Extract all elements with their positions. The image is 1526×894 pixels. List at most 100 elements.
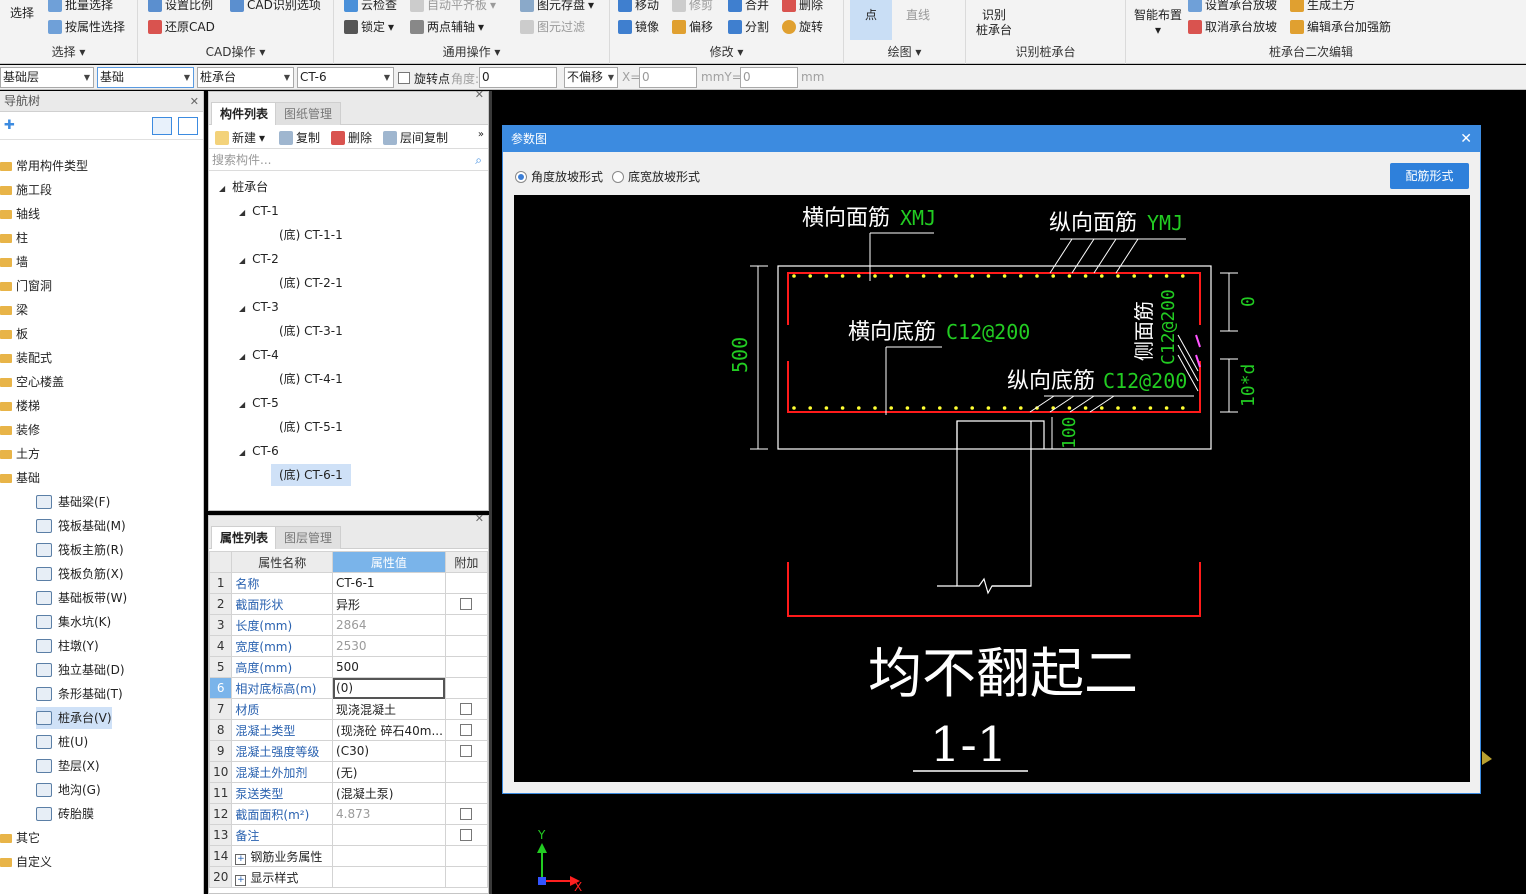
nav-item[interactable]: 施工段 — [0, 179, 52, 201]
collapse-icon[interactable]: ◢ — [239, 352, 245, 361]
set-slope-button[interactable]: 设置承台放坡 — [1188, 0, 1277, 13]
attribute-extra[interactable] — [444, 740, 489, 762]
nav-item[interactable]: 装修 — [0, 419, 40, 441]
expand-icon[interactable]: + — [235, 853, 247, 865]
move-button[interactable]: 移动 — [618, 0, 659, 13]
attribute-extra[interactable] — [444, 761, 489, 783]
attribute-row[interactable]: 6 相对底标高(m) (0) — [208, 677, 489, 699]
cad-options-button[interactable]: CAD识别选项 — [230, 0, 321, 13]
select-button[interactable]: 选择 — [4, 6, 40, 21]
nav-subitem[interactable]: 柱墩(Y) — [36, 635, 99, 657]
attribute-extra[interactable] — [444, 677, 489, 699]
nav-subitem[interactable]: 独立基础(D) — [36, 659, 125, 681]
tab-layer-management[interactable]: 图层管理 — [275, 526, 342, 549]
angle-input[interactable]: 0 — [479, 67, 557, 88]
set-ratio-button[interactable]: 设置比例 — [148, 0, 213, 13]
split-button[interactable]: 分割 — [728, 18, 769, 35]
attribute-row[interactable]: 2 截面形状 异形 — [208, 593, 489, 615]
grid-view-icon[interactable] — [178, 117, 198, 135]
nav-item[interactable]: 空心楼盖 — [0, 371, 64, 393]
nav-item[interactable]: 楼梯 — [0, 395, 40, 417]
nav-subitem[interactable]: 筏板负筋(X) — [36, 563, 124, 585]
attribute-row[interactable]: 8 混凝土类型 (现浇砼 碎石40m... — [208, 719, 489, 741]
nav-item[interactable]: 板 — [0, 323, 28, 345]
mirror-button[interactable]: 镜像 — [618, 18, 659, 35]
attribute-value[interactable]: 现浇混凝土 — [332, 698, 446, 720]
attribute-value[interactable] — [332, 866, 446, 888]
rebar-form-button[interactable]: 配筋形式 — [1390, 163, 1469, 189]
nav-subitem[interactable]: 条形基础(T) — [36, 683, 123, 705]
nav-subitem[interactable]: 集水坑(K) — [36, 611, 111, 633]
attribute-extra[interactable] — [444, 803, 489, 825]
nav-item[interactable]: 轴线 — [0, 203, 40, 225]
attribute-extra[interactable] — [444, 698, 489, 720]
more-icon[interactable]: » — [478, 129, 484, 140]
attribute-row[interactable]: 14 + 钢筋业务属性 — [208, 845, 489, 867]
delete-component-button[interactable]: 删除 — [331, 129, 372, 146]
draw-point-button[interactable]: 点 — [850, 0, 892, 40]
type-select[interactable]: 桩承台 ▼ — [197, 67, 294, 88]
nav-subitem[interactable]: 筏板主筋(R) — [36, 539, 124, 561]
attribute-value[interactable]: CT-6-1 — [332, 572, 446, 594]
tree-leaf[interactable]: (底) CT-2-1 — [271, 272, 351, 294]
y-input[interactable]: 0 — [740, 67, 798, 88]
collapse-icon[interactable]: ◢ — [239, 208, 245, 217]
collapse-icon[interactable]: ◢ — [239, 448, 245, 457]
attribute-value[interactable]: (现浇砼 碎石40m... — [332, 719, 446, 741]
copy-button[interactable]: 复制 — [279, 129, 320, 146]
attribute-extra[interactable] — [444, 635, 489, 657]
attribute-value[interactable]: 异形 — [332, 593, 446, 615]
edit-rebar-button[interactable]: 编辑承台加强筋 — [1290, 18, 1391, 35]
attribute-row[interactable]: 9 混凝土强度等级 (C30) — [208, 740, 489, 762]
nav-subitem[interactable]: 地沟(G) — [36, 779, 101, 801]
rotate-button[interactable]: 旋转 — [782, 18, 823, 35]
attribute-row[interactable]: 10 混凝土外加剂 (无) — [208, 761, 489, 783]
nav-subitem[interactable]: 砖胎膜 — [36, 803, 94, 825]
nav-item[interactable]: 其它 — [0, 827, 40, 849]
attribute-value[interactable] — [332, 824, 446, 846]
cloud-check-button[interactable]: 云检查 — [344, 0, 397, 13]
tab-component-list[interactable]: 构件列表 — [211, 102, 278, 125]
nav-subitem[interactable]: 桩承台(V) — [36, 707, 112, 729]
identify-pile-cap-button[interactable]: 识别 桩承台 — [974, 8, 1014, 38]
attribute-row[interactable]: 4 宽度(mm) 2530 — [208, 635, 489, 657]
attribute-row[interactable]: 7 材质 现浇混凝土 — [208, 698, 489, 720]
attribute-extra[interactable] — [444, 866, 489, 888]
close-icon[interactable]: ✕ — [475, 88, 484, 101]
checkbox[interactable] — [460, 808, 473, 820]
trim-button[interactable]: 修剪 — [672, 0, 713, 13]
checkbox[interactable] — [460, 829, 473, 841]
floor-select[interactable]: 基础层 ▼ — [0, 67, 94, 88]
draw-line-button[interactable]: 直线 — [900, 8, 936, 23]
rotate-point-checkbox[interactable] — [398, 72, 410, 84]
nav-item[interactable]: 自定义 — [0, 851, 52, 873]
category-select[interactable]: 基础 ▼ — [97, 67, 194, 88]
nav-item[interactable]: 装配式 — [0, 347, 52, 369]
checkbox[interactable] — [460, 703, 473, 715]
attribute-row[interactable]: 12 截面面积(m²) 4.873 — [208, 803, 489, 825]
floor-copy-button[interactable]: 层间复制 — [383, 129, 448, 146]
cancel-slope-button[interactable]: 取消承台放坡 — [1188, 18, 1277, 35]
nav-subitem[interactable]: 垫层(X) — [36, 755, 100, 777]
nav-item[interactable]: 柱 — [0, 227, 28, 249]
smart-layout-button[interactable]: 智能布置 ▾ — [1130, 8, 1186, 38]
radio-angle-slope[interactable]: 角度放坡形式 — [515, 168, 603, 185]
radio-bottom-width-slope[interactable]: 底宽放坡形式 — [612, 168, 700, 185]
nav-item[interactable]: 梁 — [0, 299, 28, 321]
pin-icon[interactable]: ✚ — [4, 118, 15, 133]
nav-subitem[interactable]: 筏板基础(M) — [36, 515, 126, 537]
nav-subitem[interactable]: 桩(U) — [36, 731, 88, 753]
attribute-row[interactable]: 20 + 显示样式 — [208, 866, 489, 888]
attribute-value[interactable]: (0) — [332, 677, 446, 699]
attribute-extra[interactable] — [444, 656, 489, 678]
attribute-value[interactable]: (无) — [332, 761, 446, 783]
attribute-value[interactable]: 4.873 — [332, 803, 446, 825]
attribute-row[interactable]: 11 泵送类型 (混凝土泵) — [208, 782, 489, 804]
delete-button[interactable]: 删除 — [782, 0, 823, 13]
tree-leaf[interactable]: (底) CT-6-1 — [271, 464, 351, 486]
nav-subitem[interactable]: 基础梁(F) — [36, 491, 110, 513]
tab-attribute-list[interactable]: 属性列表 — [211, 526, 278, 549]
attribute-value[interactable]: (C30) — [332, 740, 446, 762]
merge-button[interactable]: 合并 — [728, 0, 769, 13]
tree-node[interactable]: ◢ CT-6 — [239, 440, 279, 462]
